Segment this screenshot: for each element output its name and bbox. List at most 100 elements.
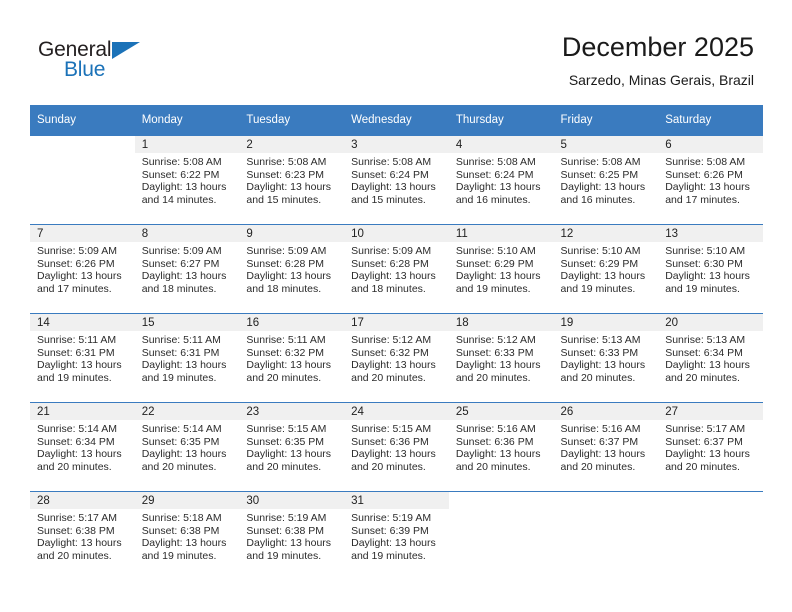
sunrise-text: Sunrise: 5:13 AM <box>665 334 746 346</box>
daylight-text-line1: Daylight: 13 hours <box>246 359 332 372</box>
calendar-cell[interactable]: 19 Sunrise: 5:13 AM Sunset: 6:33 PM Dayligh… <box>553 313 659 403</box>
day-details: Sunrise: 5:13 AM Sunset: 6:34 PM Daylight:… <box>658 331 763 384</box>
sunrise-text: Sunrise: 5:11 AM <box>246 334 326 346</box>
day-number: 4 <box>448 136 554 153</box>
calendar-cell[interactable]: 15 Sunrise: 5:11 AM Sunset: 6:31 PM Dayligh… <box>134 313 240 403</box>
daylight-text-line2: and 20 minutes. <box>665 460 740 473</box>
sunrise-text: Sunrise: 5:09 AM <box>246 245 327 257</box>
calendar-cell[interactable]: 13 Sunrise: 5:10 AM Sunset: 6:30 PM Dayligh… <box>658 224 763 314</box>
day-details: Sunrise: 5:13 AM Sunset: 6:33 PM Daylight:… <box>554 331 659 384</box>
calendar-cell[interactable]: 28 Sunrise: 5:17 AM Sunset: 6:38 PM Dayligh… <box>30 491 135 580</box>
calendar-cell-empty <box>553 492 659 580</box>
sunset-text: Sunset: 6:31 PM <box>37 346 115 359</box>
day-number: 1 <box>134 136 240 153</box>
day-details <box>658 509 763 512</box>
calendar-cell[interactable]: 14 Sunrise: 5:11 AM Sunset: 6:31 PM Dayligh… <box>30 313 135 403</box>
calendar-cell[interactable]: 9 Sunrise: 5:09 AM Sunset: 6:28 PM Daylight… <box>239 224 345 314</box>
calendar-cell <box>553 491 659 580</box>
sunset-text: Sunset: 6:30 PM <box>665 257 743 270</box>
calendar-day-cell: 11 Sunrise: 5:10 AM Sunset: 6:29 PM Dayligh… <box>448 225 554 313</box>
calendar-cell[interactable]: 2 Sunrise: 5:08 AM Sunset: 6:23 PM Daylight… <box>239 135 345 225</box>
calendar-cell[interactable]: 8 Sunrise: 5:09 AM Sunset: 6:27 PM Daylight… <box>134 224 240 314</box>
calendar-cell[interactable]: 17 Sunrise: 5:12 AM Sunset: 6:32 PM Dayligh… <box>344 313 449 403</box>
day-details: Sunrise: 5:08 AM Sunset: 6:26 PM Daylight:… <box>658 153 763 206</box>
daylight-text-line2: and 20 minutes. <box>351 460 426 473</box>
sunrise-text: Sunrise: 5:11 AM <box>37 334 117 346</box>
calendar-day-cell: 7 Sunrise: 5:09 AM Sunset: 6:26 PM Daylight… <box>30 225 135 313</box>
daylight-text-line2: and 16 minutes. <box>560 193 636 206</box>
calendar-cell[interactable]: 6 Sunrise: 5:08 AM Sunset: 6:26 PM Daylight… <box>658 135 763 225</box>
sunrise-text: Sunrise: 5:14 AM <box>141 423 222 435</box>
calendar-cell[interactable]: 3 Sunrise: 5:08 AM Sunset: 6:24 PM Daylight… <box>344 135 449 225</box>
sunrise-text: Sunrise: 5:08 AM <box>665 156 746 168</box>
logo[interactable]: General Blue <box>38 38 218 88</box>
day-details: Sunrise: 5:08 AM Sunset: 6:22 PM Daylight:… <box>135 153 240 206</box>
calendar-cell[interactable]: 26 Sunrise: 5:16 AM Sunset: 6:37 PM Dayligh… <box>553 402 659 492</box>
daylight-text-line1: Daylight: 13 hours <box>351 359 436 372</box>
daylight-text-line1: Daylight: 13 hours <box>351 270 436 283</box>
weekday-header-row: Sunday Monday Tuesday Wednesday Thursday… <box>30 105 763 136</box>
day-number: 15 <box>134 314 240 331</box>
calendar-cell[interactable]: 29 Sunrise: 5:18 AM Sunset: 6:38 PM Dayligh… <box>134 491 240 580</box>
weekday-header-thursday: Thursday <box>448 105 554 136</box>
sunset-text: Sunset: 6:33 PM <box>455 346 534 359</box>
day-details: Sunrise: 5:09 AM Sunset: 6:27 PM Daylight:… <box>135 242 240 295</box>
day-details: Sunrise: 5:10 AM Sunset: 6:29 PM Daylight:… <box>449 242 554 295</box>
daylight-text-line1: Daylight: 13 hours <box>455 359 541 372</box>
calendar-cell[interactable]: 22 Sunrise: 5:14 AM Sunset: 6:35 PM Dayligh… <box>134 402 240 492</box>
page-title: December 2025 <box>561 32 754 62</box>
calendar-cell[interactable]: 7 Sunrise: 5:09 AM Sunset: 6:26 PM Daylight… <box>30 224 135 314</box>
sunset-text: Sunset: 6:35 PM <box>141 435 220 448</box>
calendar-cell <box>30 135 135 225</box>
sunset-text: Sunset: 6:24 PM <box>351 168 429 181</box>
calendar-cell[interactable]: 10 Sunrise: 5:09 AM Sunset: 6:28 PM Dayligh… <box>344 224 449 314</box>
calendar-day-cell: 29 Sunrise: 5:18 AM Sunset: 6:38 PM Dayligh… <box>134 492 240 580</box>
calendar-day-cell: 31 Sunrise: 5:19 AM Sunset: 6:39 PM Dayligh… <box>344 492 449 580</box>
day-details: Sunrise: 5:10 AM Sunset: 6:29 PM Daylight:… <box>554 242 659 295</box>
title-block: December 2025 Sarzedo, Minas Gerais, Bra… <box>562 30 754 90</box>
sunrise-text: Sunrise: 5:10 AM <box>665 245 746 257</box>
calendar-cell[interactable]: 1 Sunrise: 5:08 AM Sunset: 6:22 PM Daylight… <box>134 135 240 225</box>
daylight-text-line2: and 20 minutes. <box>455 460 531 473</box>
calendar-week-row: 1 Sunrise: 5:08 AM Sunset: 6:22 PM Daylight… <box>30 135 763 225</box>
calendar-cell[interactable]: 21 Sunrise: 5:14 AM Sunset: 6:34 PM Dayligh… <box>30 402 135 492</box>
calendar-cell[interactable]: 20 Sunrise: 5:13 AM Sunset: 6:34 PM Dayligh… <box>658 313 763 403</box>
weekday-header-tuesday: Tuesday <box>239 105 345 136</box>
calendar-day-cell: 4 Sunrise: 5:08 AM Sunset: 6:24 PM Daylight… <box>448 136 554 224</box>
daylight-text-line2: and 20 minutes. <box>351 371 426 384</box>
calendar-cell[interactable]: 16 Sunrise: 5:11 AM Sunset: 6:32 PM Dayligh… <box>239 313 345 403</box>
calendar-cell[interactable]: 18 Sunrise: 5:12 AM Sunset: 6:33 PM Dayligh… <box>448 313 554 403</box>
calendar-cell[interactable]: 11 Sunrise: 5:10 AM Sunset: 6:29 PM Dayligh… <box>448 224 554 314</box>
calendar-cell[interactable]: 12 Sunrise: 5:10 AM Sunset: 6:29 PM Dayligh… <box>553 224 659 314</box>
calendar-cell[interactable]: 24 Sunrise: 5:15 AM Sunset: 6:36 PM Dayligh… <box>344 402 449 492</box>
day-number <box>553 492 659 509</box>
daylight-text-line1: Daylight: 13 hours <box>665 270 750 283</box>
sunrise-text: Sunrise: 5:08 AM <box>351 156 432 168</box>
calendar-cell[interactable]: 27 Sunrise: 5:17 AM Sunset: 6:37 PM Dayligh… <box>658 402 763 492</box>
sunrise-text: Sunrise: 5:16 AM <box>455 423 536 435</box>
day-details <box>449 509 554 512</box>
daylight-text-line2: and 19 minutes. <box>351 549 426 562</box>
daylight-text-line2: and 15 minutes. <box>246 193 322 206</box>
day-details: Sunrise: 5:12 AM Sunset: 6:33 PM Daylight:… <box>449 331 554 384</box>
calendar-cell[interactable]: 23 Sunrise: 5:15 AM Sunset: 6:35 PM Dayligh… <box>239 402 345 492</box>
day-number: 6 <box>658 136 763 153</box>
calendar-week-row: 14 Sunrise: 5:11 AM Sunset: 6:31 PM Dayligh… <box>30 313 763 403</box>
calendar-day-cell: 23 Sunrise: 5:15 AM Sunset: 6:35 PM Dayligh… <box>239 403 345 491</box>
calendar-week-row: 28 Sunrise: 5:17 AM Sunset: 6:38 PM Dayligh… <box>30 491 763 580</box>
calendar-cell[interactable]: 5 Sunrise: 5:08 AM Sunset: 6:25 PM Daylight… <box>553 135 659 225</box>
day-details: Sunrise: 5:08 AM Sunset: 6:23 PM Daylight:… <box>239 153 344 206</box>
day-number: 26 <box>553 403 659 420</box>
daylight-text-line2: and 19 minutes. <box>455 282 531 295</box>
calendar-cell[interactable]: 4 Sunrise: 5:08 AM Sunset: 6:24 PM Daylight… <box>448 135 554 225</box>
calendar-cell[interactable]: 31 Sunrise: 5:19 AM Sunset: 6:39 PM Dayligh… <box>344 491 449 580</box>
sunset-text: Sunset: 6:39 PM <box>351 524 429 537</box>
daylight-text-line2: and 18 minutes. <box>141 282 217 295</box>
day-number: 9 <box>239 225 345 242</box>
calendar-cell[interactable]: 25 Sunrise: 5:16 AM Sunset: 6:36 PM Dayligh… <box>448 402 554 492</box>
sunrise-text: Sunrise: 5:09 AM <box>351 245 432 257</box>
day-number: 11 <box>448 225 554 242</box>
calendar-cell[interactable]: 30 Sunrise: 5:19 AM Sunset: 6:38 PM Dayligh… <box>239 491 345 580</box>
sunrise-text: Sunrise: 5:08 AM <box>455 156 536 168</box>
day-details: Sunrise: 5:11 AM Sunset: 6:32 PM Daylight:… <box>239 331 344 384</box>
